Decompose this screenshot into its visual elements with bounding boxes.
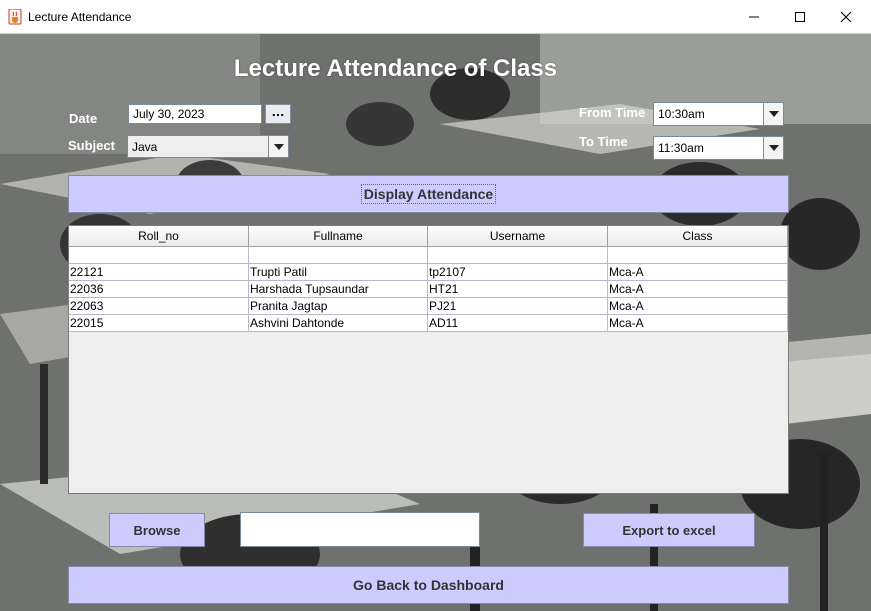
table-row[interactable]: 22121 Trupti Patil tp2107 Mca-A xyxy=(69,264,788,281)
minimize-button[interactable] xyxy=(731,0,777,33)
table-cell: 22015 xyxy=(69,315,249,331)
java-cup-icon xyxy=(8,8,22,25)
table-cell: AD11 xyxy=(428,315,608,331)
table-cell: 22036 xyxy=(69,281,249,297)
table-cell xyxy=(428,247,608,263)
column-header[interactable]: Roll_no xyxy=(69,226,249,246)
table-cell: PJ21 xyxy=(428,298,608,314)
date-field[interactable]: July 30, 2023 xyxy=(128,104,262,124)
table-cell: Pranita Jagtap xyxy=(249,298,428,314)
table-cell: Ashvini Dahtonde xyxy=(249,315,428,331)
file-path-input[interactable] xyxy=(240,512,480,547)
table-cell: Mca-A xyxy=(608,264,788,280)
from-time-label: From Time xyxy=(579,105,646,120)
subject-label: Subject xyxy=(68,138,115,153)
date-label: Date xyxy=(69,111,98,126)
title-bar: Lecture Attendance xyxy=(0,0,871,34)
export-to-excel-button[interactable]: Export to excel xyxy=(583,513,755,547)
table-cell: 22063 xyxy=(69,298,249,314)
to-time-label: To Time xyxy=(579,134,628,149)
minimize-icon xyxy=(749,16,759,17)
table-cell: Trupti Patil xyxy=(249,264,428,280)
to-time-dropdown[interactable]: 11:30am xyxy=(653,136,784,160)
close-button[interactable] xyxy=(823,0,869,33)
attendance-table[interactable]: Roll_no Fullname Username Class 22121 Trupti… xyxy=(68,225,789,494)
close-icon xyxy=(840,11,852,22)
subject-value: Java xyxy=(132,140,158,154)
table-cell xyxy=(608,247,788,263)
from-time-value: 10:30am xyxy=(658,107,705,121)
display-attendance-button[interactable]: Display Attendance xyxy=(68,175,789,213)
table-cell xyxy=(249,247,428,263)
date-picker-button[interactable]: ... xyxy=(265,104,291,124)
table-row[interactable]: 22063 Pranita Jagtap PJ21 Mca-A xyxy=(69,298,788,315)
column-header[interactable]: Class xyxy=(608,226,788,246)
chevron-down-icon[interactable] xyxy=(763,137,783,159)
table-cell: Mca-A xyxy=(608,281,788,297)
to-time-value: 11:30am xyxy=(658,141,704,155)
window-title: Lecture Attendance xyxy=(28,10,132,24)
table-header: Roll_no Fullname Username Class xyxy=(69,226,788,247)
display-attendance-label: Display Attendance xyxy=(360,184,497,204)
table-cell: Mca-A xyxy=(608,298,788,314)
chevron-down-icon[interactable] xyxy=(268,136,288,157)
table-cell: tp2107 xyxy=(428,264,608,280)
column-header[interactable]: Username xyxy=(428,226,608,246)
maximize-icon xyxy=(795,11,805,22)
table-cell xyxy=(69,247,249,263)
back-to-dashboard-button[interactable]: Go Back to Dashboard xyxy=(68,566,789,604)
browse-button[interactable]: Browse xyxy=(109,513,205,547)
from-time-dropdown[interactable]: 10:30am xyxy=(653,102,784,126)
table-cell: HT21 xyxy=(428,281,608,297)
chevron-down-icon[interactable] xyxy=(763,103,783,125)
maximize-button[interactable] xyxy=(777,0,823,33)
subject-dropdown[interactable]: Java xyxy=(127,135,289,158)
table-row[interactable]: 22036 Harshada Tupsaundar HT21 Mca-A xyxy=(69,281,788,298)
table-cell: Harshada Tupsaundar xyxy=(249,281,428,297)
table-row[interactable]: 22015 Ashvini Dahtonde AD11 Mca-A xyxy=(69,315,788,332)
table-cell: Mca-A xyxy=(608,315,788,331)
table-cell: 22121 xyxy=(69,264,249,280)
table-row[interactable] xyxy=(69,247,788,264)
column-header[interactable]: Fullname xyxy=(249,226,428,246)
table-body: 22121 Trupti Patil tp2107 Mca-A 22036 Harshad… xyxy=(69,247,788,332)
page-title: Lecture Attendance of Class xyxy=(233,55,558,82)
